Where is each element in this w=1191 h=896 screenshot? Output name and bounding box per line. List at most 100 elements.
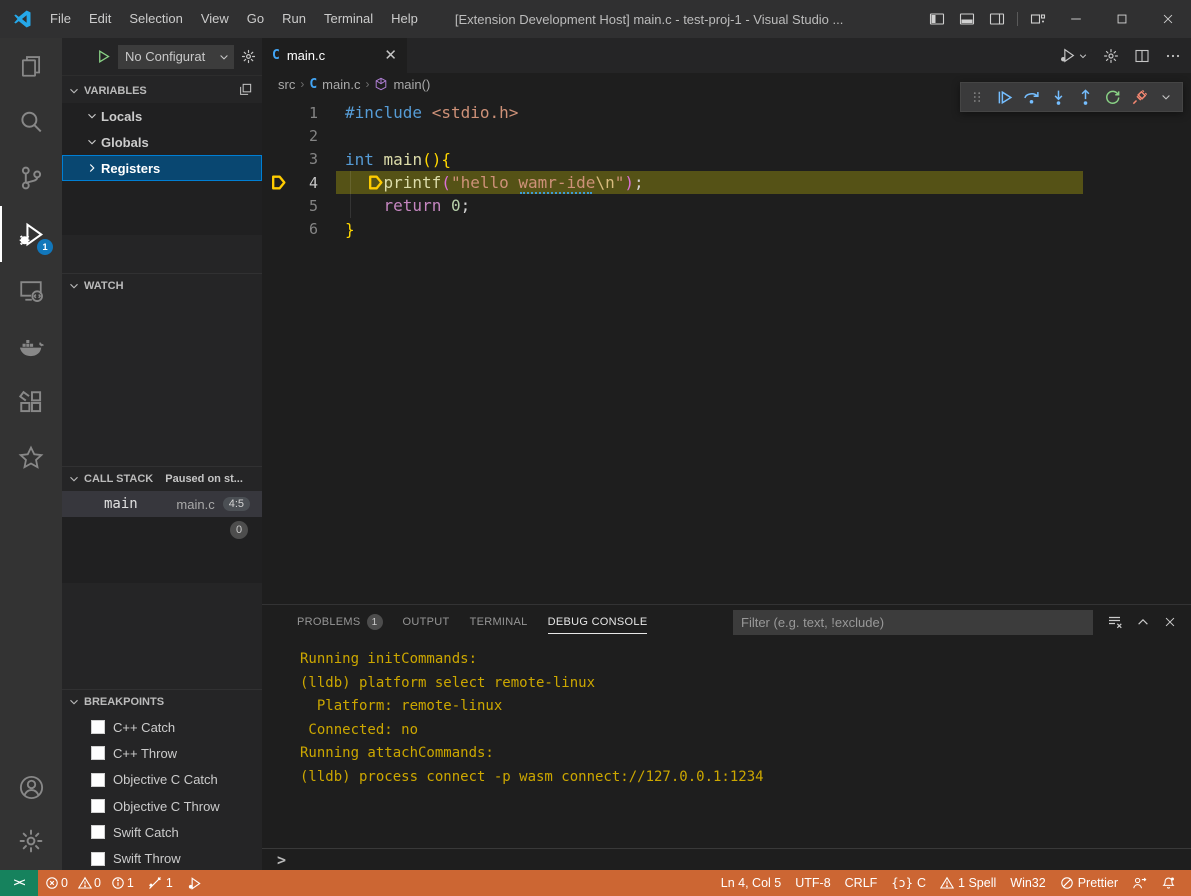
breadcrumb-symbol[interactable]: main() <box>393 77 430 92</box>
code-line[interactable]: 6} <box>262 218 1191 241</box>
menu-file[interactable]: File <box>41 0 80 38</box>
menu-selection[interactable]: Selection <box>120 0 191 38</box>
breadcrumb-folder[interactable]: src <box>278 77 295 92</box>
activity-favorites[interactable] <box>0 430 62 486</box>
breakpoint-row[interactable]: Swift Throw <box>62 845 262 870</box>
activity-extensions[interactable] <box>0 374 62 430</box>
variables-item-globals[interactable]: Globals <box>62 129 262 155</box>
breakpoint-checkbox[interactable] <box>91 825 105 839</box>
status-tasks[interactable]: 1 <box>141 870 180 896</box>
close-tab-icon[interactable]: ✕ <box>384 48 397 63</box>
breakpoint-row[interactable]: C++ Catch <box>62 714 262 740</box>
code-line[interactable]: 3int main(){ <box>262 148 1191 171</box>
panel-tab-terminal[interactable]: TERMINAL <box>460 605 538 639</box>
close-panel-icon[interactable] <box>1163 615 1177 629</box>
variables-item-registers[interactable]: Registers <box>62 155 262 181</box>
step-over-icon[interactable] <box>1018 84 1044 110</box>
more-actions-icon[interactable] <box>1165 48 1181 64</box>
status-spell-checker[interactable]: 1 Spell <box>933 870 1003 896</box>
status-debug-session[interactable] <box>180 870 209 896</box>
status-encoding[interactable]: UTF-8 <box>788 870 837 896</box>
code-line[interactable]: 5 return 0; <box>262 194 1191 217</box>
breakpoint-row[interactable]: Objective C Catch <box>62 767 262 793</box>
status-eol[interactable]: CRLF <box>838 870 885 896</box>
clear-console-icon[interactable] <box>1107 614 1123 630</box>
breakpoint-row[interactable]: C++ Throw <box>62 740 262 766</box>
toggle-secondary-sidebar-icon[interactable] <box>982 0 1012 38</box>
activity-settings[interactable] <box>0 814 62 868</box>
run-or-debug-icon[interactable] <box>1059 47 1088 64</box>
variables-header[interactable]: VARIABLES <box>62 78 262 103</box>
toggle-panel-icon[interactable] <box>952 0 982 38</box>
step-out-icon[interactable] <box>1072 84 1098 110</box>
editor-gear-icon[interactable] <box>1103 48 1119 64</box>
menu-help[interactable]: Help <box>382 0 427 38</box>
session-row[interactable]: 0 <box>62 517 262 543</box>
activity-remote-explorer[interactable] <box>0 262 62 318</box>
continue-icon[interactable] <box>991 84 1017 110</box>
breadcrumb-file[interactable]: main.c <box>322 77 360 92</box>
panel-tab-problems[interactable]: PROBLEMS1 <box>287 605 393 639</box>
line-number[interactable]: 2 <box>262 127 318 145</box>
close-window-button[interactable] <box>1145 0 1191 38</box>
breakpoint-checkbox[interactable] <box>91 799 105 813</box>
minimize-button[interactable] <box>1053 0 1099 38</box>
status-feedback[interactable] <box>1125 870 1154 896</box>
breakpoint-row[interactable]: Swift Catch <box>62 819 262 845</box>
debug-console-filter-input[interactable] <box>733 610 1093 635</box>
open-launch-config-gear-icon[interactable] <box>241 49 256 64</box>
status-platform[interactable]: Win32 <box>1003 870 1052 896</box>
activity-docker[interactable] <box>0 318 62 374</box>
activity-run-and-debug[interactable]: 1 <box>0 206 62 262</box>
variables-item-locals[interactable]: Locals <box>62 103 262 129</box>
activity-source-control[interactable] <box>0 150 62 206</box>
breakpoint-checkbox[interactable] <box>91 720 105 734</box>
status-notifications[interactable] <box>1154 870 1183 896</box>
status-cursor-position[interactable]: Ln 4, Col 5 <box>714 870 788 896</box>
debug-console-input[interactable]: > <box>262 848 1191 870</box>
status-formatter[interactable]: Prettier <box>1053 870 1125 896</box>
breakpoint-checkbox[interactable] <box>91 852 105 866</box>
debug-configuration-dropdown[interactable]: No Configurat <box>118 45 234 69</box>
tab-main-c[interactable]: C main.c ✕ <box>262 38 407 73</box>
line-number[interactable]: 6 <box>262 220 318 238</box>
activity-explorer[interactable] <box>0 38 62 94</box>
menu-go[interactable]: Go <box>238 0 273 38</box>
remote-indicator[interactable]: >< <box>0 870 38 896</box>
breakpoint-row[interactable]: Objective C Throw <box>62 793 262 819</box>
step-into-icon[interactable] <box>1045 84 1071 110</box>
collapse-all-icon[interactable] <box>238 82 253 97</box>
split-editor-icon[interactable] <box>1134 48 1150 64</box>
line-number[interactable]: 1 <box>262 104 318 122</box>
breakpoint-checkbox[interactable] <box>91 746 105 760</box>
menu-terminal[interactable]: Terminal <box>315 0 382 38</box>
line-number[interactable]: 5 <box>262 197 318 215</box>
code-line[interactable]: 2 <box>262 124 1191 147</box>
menu-view[interactable]: View <box>192 0 238 38</box>
activity-accounts[interactable] <box>0 760 62 814</box>
status-language-mode[interactable]: {ɔ} C <box>884 870 933 896</box>
panel-tab-debug-console[interactable]: DEBUG CONSOLE <box>538 605 658 639</box>
menu-run[interactable]: Run <box>273 0 315 38</box>
customize-layout-icon[interactable] <box>1023 0 1053 38</box>
start-debugging-icon[interactable] <box>96 49 111 64</box>
disconnect-icon[interactable] <box>1126 84 1152 110</box>
current-line-breakpoint-arrow-icon[interactable] <box>270 174 287 191</box>
maximize-panel-icon[interactable] <box>1136 615 1150 629</box>
line-number[interactable]: 3 <box>262 150 318 168</box>
panel-tab-output[interactable]: OUTPUT <box>393 605 460 639</box>
code-editor[interactable]: 1#include <stdio.h>23int main(){4printf(… <box>262 95 1191 241</box>
watch-header[interactable]: WATCH <box>62 273 262 298</box>
toggle-sidebar-icon[interactable] <box>922 0 952 38</box>
breakpoints-header[interactable]: BREAKPOINTS <box>62 689 262 714</box>
call-stack-header[interactable]: CALL STACK Paused on st... <box>62 466 262 491</box>
stack-frame-row[interactable]: main main.c 4:5 <box>62 491 262 517</box>
restart-icon[interactable] <box>1099 84 1125 110</box>
status-diagnostics[interactable]: 0 0 1 <box>38 870 141 896</box>
code-line[interactable]: 4printf("hello wamr-ide\n"); <box>262 171 1191 194</box>
menu-edit[interactable]: Edit <box>80 0 120 38</box>
activity-search[interactable] <box>0 94 62 150</box>
breakpoint-checkbox[interactable] <box>91 773 105 787</box>
toolbar-drag-handle[interactable] <box>964 84 990 110</box>
toolbar-chevron-down-icon[interactable] <box>1153 84 1179 110</box>
